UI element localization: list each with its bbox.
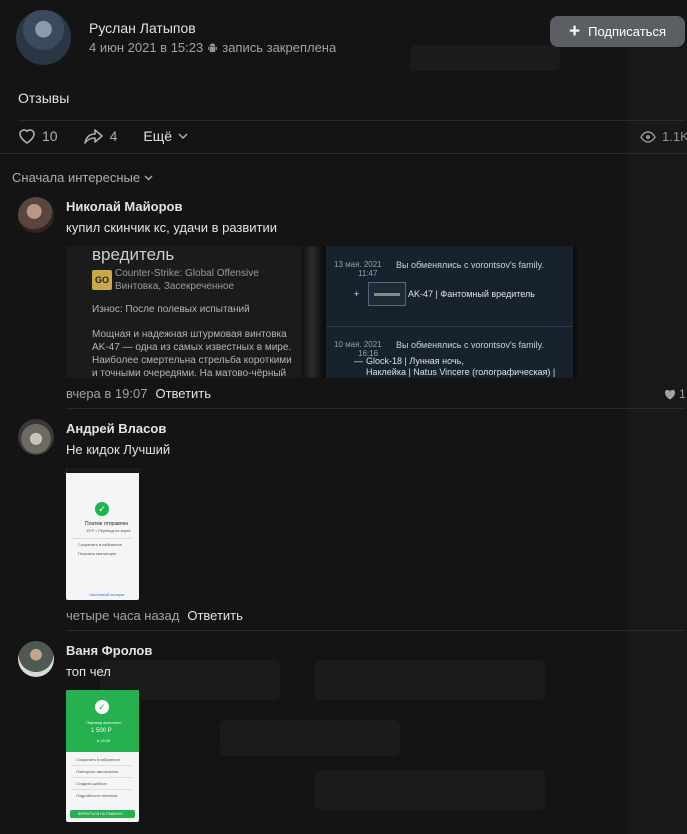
heart-icon <box>664 389 676 399</box>
item-type: Винтовка, Засекреченное <box>115 281 235 292</box>
trade-row: 10 мая. 2021 16:16 Вы обменялись с voron… <box>326 326 573 378</box>
item-wear: Износ: После полевых испытаний <box>92 304 250 315</box>
trade-row: 13 мая. 2021 11:47 Вы обменялись с voron… <box>326 246 573 327</box>
payment-link: Частичный возврат <box>89 592 125 597</box>
comment-attachment-image[interactable]: ✓ Платеж отправлен 13 Р • Перевод по кар… <box>66 468 139 600</box>
divider <box>72 789 133 790</box>
trade-date: 13 мая. 2021 <box>334 260 382 269</box>
payment-option: Показать квитанцию <box>78 551 116 556</box>
views-counter: 1.1K <box>640 129 687 144</box>
share-icon <box>83 129 103 144</box>
payment-sub: 13 Р • Перевод по карте <box>86 528 131 533</box>
post-modal: Руслан Латыпов 4 июн 2021 в 15:23 запись… <box>0 0 687 834</box>
subscribe-label: Подписаться <box>588 24 666 39</box>
more-label: Ещё <box>143 128 173 144</box>
payment-amount: 1 500 Р <box>91 728 112 734</box>
payment-status: Перевод выполнен <box>86 720 122 725</box>
success-check-icon: ✓ <box>95 700 109 714</box>
trade-sign: — <box>354 356 363 366</box>
ak47-icon <box>368 282 406 306</box>
phone-edge <box>302 246 322 378</box>
trade-item: Наклейка | Natus Vincere (голографическа… <box>366 367 556 378</box>
divider <box>0 153 687 154</box>
screenshot-item-description: вредитель GO Counter-Strike: Global Offe… <box>66 246 308 378</box>
post-text: Отзывы <box>18 90 70 106</box>
eye-icon <box>640 130 656 143</box>
trade-time: 11:47 <box>358 269 378 278</box>
divider <box>72 777 133 778</box>
comment-attachment-image[interactable]: ✓ Перевод выполнен 1 500 Р в 16:08 Сохра… <box>66 690 139 822</box>
comment-text: Не кидок Лучший <box>66 442 171 457</box>
commenter-avatar[interactable] <box>18 419 54 455</box>
payment-sub: в 16:08 <box>97 738 111 743</box>
payment-option: Подробности платежа <box>76 793 118 798</box>
item-game: Counter-Strike: Global Offensive <box>115 268 259 279</box>
trade-item: AK-47 | Фантомный вредитель <box>408 289 535 299</box>
chevron-down-icon <box>178 133 188 140</box>
trade-title: Вы обменялись с vorontsov's family. <box>396 260 545 270</box>
commenter-name[interactable]: Ваня Фролов <box>66 643 152 658</box>
like-count: 10 <box>42 128 58 144</box>
post-date[interactable]: 4 июн 2021 в 15:23 <box>89 40 203 55</box>
more-button[interactable]: Ещё <box>143 128 188 144</box>
commenter-avatar[interactable] <box>18 641 54 677</box>
comment-attachment-image[interactable]: вредитель GO Counter-Strike: Global Offe… <box>66 246 577 378</box>
share-count: 4 <box>109 128 118 144</box>
comment-text: купил скинчик кс, удачи в развитии <box>66 220 278 235</box>
screenshot-trade-history: 13 мая. 2021 11:47 Вы обменялись с voron… <box>326 246 573 378</box>
chevron-down-icon <box>144 175 153 180</box>
payment-option: Сохранить в избранное <box>78 542 122 547</box>
heart-icon <box>19 129 35 144</box>
item-title: вредитель <box>92 246 175 264</box>
comments-sort-dropdown[interactable]: Сначала интересные <box>12 170 153 185</box>
author-avatar[interactable] <box>16 10 71 65</box>
like-button[interactable]: 10 <box>18 128 58 144</box>
payment-option: Повторить автоплатеж <box>76 769 119 774</box>
item-desc: Мощная и надежная штурмовая винтовка AK-… <box>92 329 292 378</box>
comment-like-button[interactable]: 1 <box>664 387 686 401</box>
divider <box>72 765 133 766</box>
divider <box>66 630 685 631</box>
share-button[interactable]: 4 <box>83 128 118 144</box>
phone-status-bar <box>66 468 139 473</box>
comment-footer: четыре часа назад Ответить <box>66 608 243 623</box>
divider <box>72 538 133 539</box>
sort-label: Сначала интересные <box>12 170 141 185</box>
payment-option: Создать шаблон <box>76 781 107 786</box>
post-meta: 4 июн 2021 в 15:23 запись закреплена <box>89 40 336 55</box>
payment-status: Платеж отправлен <box>85 521 129 527</box>
reply-button[interactable]: Ответить <box>187 608 243 623</box>
return-home-label: ВЕРНУТЬСЯ НА ГЛАВНУЮ <box>78 812 123 816</box>
csgo-logo-icon: GO <box>92 270 112 290</box>
comment-like-count: 1 <box>679 387 686 401</box>
divider <box>18 120 685 121</box>
return-home-button: ВЕРНУТЬСЯ НА ГЛАВНУЮ <box>70 810 135 818</box>
comment-time[interactable]: четыре часа назад <box>66 608 179 623</box>
payment-option: Сохранить в избранное <box>76 757 120 762</box>
commenter-name[interactable]: Андрей Власов <box>66 421 166 436</box>
pinned-label: запись закреплена <box>222 40 337 55</box>
commenter-avatar[interactable] <box>18 197 54 233</box>
plus-icon: + <box>569 21 581 42</box>
divider <box>66 408 685 409</box>
trade-item: Glock-18 | Лунная ночь, <box>366 356 464 366</box>
android-icon <box>208 42 218 52</box>
commenter-name[interactable]: Николай Майоров <box>66 199 182 214</box>
trade-sign: + <box>354 289 360 299</box>
trade-date: 10 мая. 2021 <box>334 340 382 349</box>
reply-button[interactable]: Ответить <box>155 386 211 401</box>
views-count: 1.1K <box>662 129 687 144</box>
payment-header: ✓ Перевод выполнен 1 500 Р в 16:08 <box>66 690 139 752</box>
comment-time[interactable]: вчера в 19:07 <box>66 386 147 401</box>
author-name[interactable]: Руслан Латыпов <box>89 20 196 36</box>
subscribe-button[interactable]: + Подписаться <box>550 16 685 47</box>
trade-title: Вы обменялись с vorontsov's family. <box>396 340 545 350</box>
comment-text: топ чел <box>66 664 111 679</box>
success-check-icon: ✓ <box>95 502 109 516</box>
post-actions: 10 4 Ещё <box>18 128 214 144</box>
comment-footer: вчера в 19:07 Ответить <box>66 386 211 401</box>
